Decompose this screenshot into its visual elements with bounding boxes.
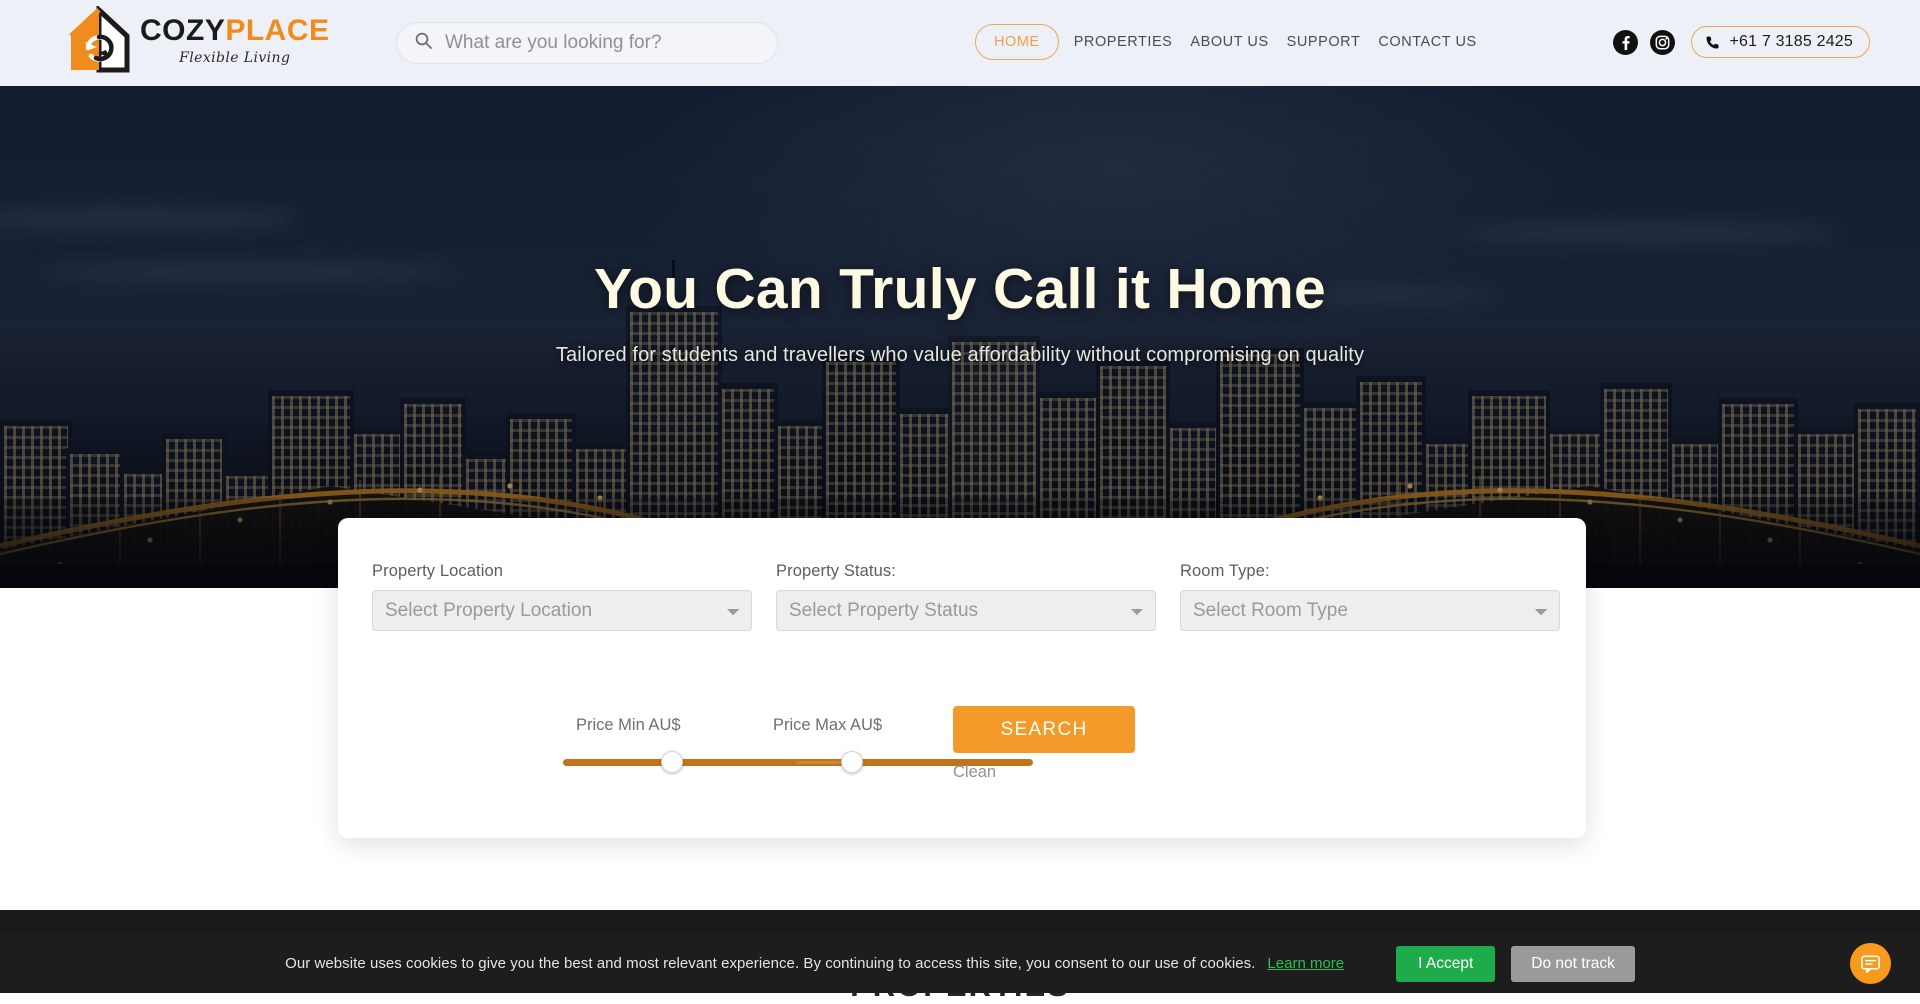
site-search[interactable] <box>396 22 778 64</box>
cookie-learn-more-link[interactable]: Learn more <box>1267 955 1344 972</box>
logo-text-cozy: COZY <box>140 13 226 47</box>
field-room-type: Room Type: Select Room Type <box>1180 562 1560 631</box>
clean-filters-link[interactable]: Clean <box>953 763 996 782</box>
nav-item-contact-us[interactable]: CONTACT US <box>1369 34 1485 50</box>
filter-row: Property Location Select Property Locati… <box>372 562 1560 631</box>
site-logo[interactable]: COZYPLACE Flexible Living <box>68 4 330 74</box>
field-property-status: Property Status: Select Property Status <box>776 562 1156 631</box>
search-icon <box>415 32 432 54</box>
chat-bubble-icon[interactable] <box>1850 943 1891 984</box>
label-property-location: Property Location <box>372 562 504 580</box>
nav-item-properties[interactable]: PROPERTIES <box>1065 34 1182 50</box>
hero-heading: You Can Truly Call it Home <box>593 257 1327 321</box>
property-status-select[interactable]: Select Property Status <box>776 590 1156 631</box>
price-max-label: Price Max AU$ <box>773 716 883 734</box>
main-navigation: HOME PROPERTIES ABOUT US SUPPORT CONTACT… <box>975 24 1486 60</box>
phone-icon <box>1705 35 1720 50</box>
label-property-status: Property Status: <box>776 562 896 580</box>
hero-banner: You Can Truly Call it Home Tailored for … <box>0 86 1920 588</box>
slider-handle-min[interactable] <box>661 751 683 773</box>
instagram-icon[interactable] <box>1650 29 1676 55</box>
search-submit-button[interactable]: SEARCH <box>953 706 1135 753</box>
price-min-label: Price Min AU$ <box>576 716 681 734</box>
nav-item-about-us[interactable]: ABOUT US <box>1181 34 1277 50</box>
hero-subheading: Tailored for students and travellers who… <box>555 344 1365 366</box>
hero-copy: You Can Truly Call it Home Tailored for … <box>0 86 1920 367</box>
house-logo-icon <box>68 4 130 74</box>
cookie-accept-button[interactable]: I Accept <box>1396 945 1496 982</box>
nav-item-support[interactable]: SUPPORT <box>1278 34 1370 50</box>
cookie-message: Our website uses cookies to give you the… <box>285 955 1256 972</box>
field-property-location: Property Location Select Property Locati… <box>372 562 752 631</box>
phone-number: +61 7 3185 2425 <box>1729 33 1853 50</box>
logo-tagline: Flexible Living <box>179 49 291 66</box>
facebook-icon[interactable] <box>1613 29 1639 55</box>
nav-item-home[interactable]: HOME <box>975 24 1059 60</box>
header-actions: +61 7 3185 2425 <box>1613 26 1870 58</box>
cookie-consent-bar: Our website uses cookies to give you the… <box>0 934 1920 993</box>
site-header: COZYPLACE Flexible Living HOME PROPERTIE… <box>0 0 1920 86</box>
slider-handle-max[interactable] <box>841 751 863 773</box>
property-location-select[interactable]: Select Property Location <box>372 590 752 631</box>
phone-button[interactable]: +61 7 3185 2425 <box>1691 26 1870 58</box>
logo-text-place: PLACE <box>225 13 330 47</box>
property-search-card: Property Location Select Property Locati… <box>338 518 1586 838</box>
label-room-type: Room Type: <box>1180 562 1270 580</box>
search-input[interactable] <box>445 32 759 54</box>
cookie-decline-button[interactable]: Do not track <box>1511 945 1635 982</box>
room-type-select[interactable]: Select Room Type <box>1180 590 1560 631</box>
